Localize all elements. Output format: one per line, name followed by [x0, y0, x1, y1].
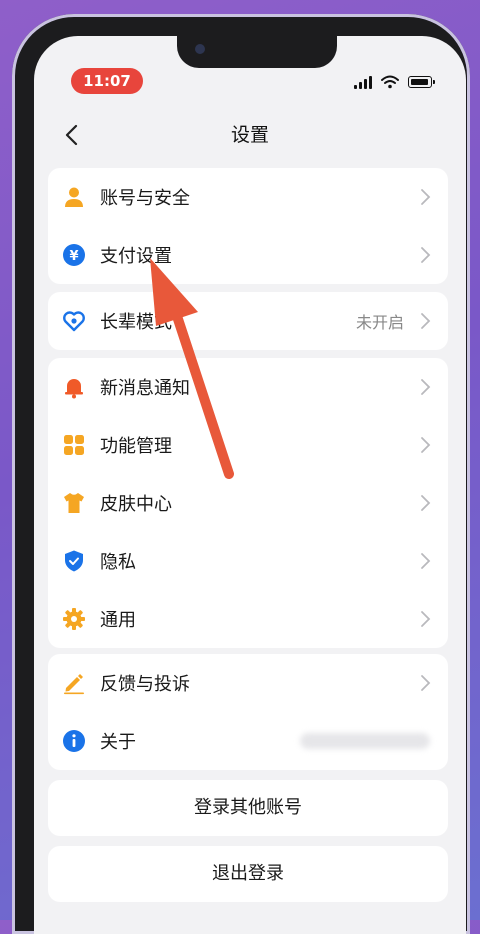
row-label: 通用 — [100, 610, 136, 631]
row-label: 皮肤中心 — [100, 494, 172, 515]
settings-group-general: 新消息通知 功能管理 皮肤中心 隐私 通用 — [48, 358, 448, 648]
row-feature-management[interactable]: 功能管理 — [48, 416, 448, 474]
row-payment-settings[interactable]: ¥ 支付设置 — [48, 226, 448, 284]
pencil-icon — [64, 674, 84, 695]
bell-icon — [65, 379, 83, 399]
row-general[interactable]: 通用 — [48, 590, 448, 648]
heart-icon — [63, 311, 85, 332]
switch-account-button[interactable]: 登录其他账号 — [48, 780, 448, 836]
signal-icon — [354, 75, 372, 89]
blurred-version-info — [300, 733, 430, 749]
chevron-right-icon — [421, 313, 431, 329]
row-value: 未开启 — [355, 313, 404, 332]
nav-bar: 设置 — [34, 116, 466, 152]
chevron-right-icon — [421, 675, 431, 691]
camera-dot — [195, 44, 205, 54]
row-privacy[interactable]: 隐私 — [48, 532, 448, 590]
row-label: 账号与安全 — [100, 188, 190, 209]
battery-icon — [408, 76, 435, 88]
status-time: 11:07 — [71, 68, 143, 94]
row-label: 支付设置 — [100, 246, 172, 267]
chevron-right-icon — [421, 611, 431, 627]
chevron-right-icon — [421, 189, 431, 205]
settings-group-account: 账号与安全 ¥ 支付设置 — [48, 168, 448, 284]
row-label: 关于 — [100, 732, 136, 753]
page-title: 设置 — [230, 124, 269, 146]
row-account-security[interactable]: 账号与安全 — [48, 168, 448, 226]
svg-text:¥: ¥ — [69, 249, 78, 264]
gear-icon — [63, 608, 85, 630]
row-about[interactable]: 关于 — [48, 712, 448, 770]
grid-icon — [64, 435, 84, 455]
settings-group-elder: 长辈模式 未开启 — [48, 292, 448, 350]
settings-group-about: 反馈与投诉 关于 — [48, 654, 448, 770]
row-notifications[interactable]: 新消息通知 — [48, 358, 448, 416]
tshirt-icon — [64, 493, 84, 513]
phone-frame: 11:07 设置 账号与安全 ¥ 支付设置 长辈模式 未开启 新消息通知 功能管… — [12, 14, 470, 934]
row-label: 功能管理 — [100, 436, 172, 457]
chevron-right-icon — [421, 247, 431, 263]
person-icon — [65, 187, 83, 207]
logout-button[interactable]: 退出登录 — [48, 846, 448, 902]
row-label: 隐私 — [100, 552, 136, 573]
settings-screen: 11:07 设置 账号与安全 ¥ 支付设置 长辈模式 未开启 新消息通知 功能管… — [34, 36, 466, 934]
row-feedback[interactable]: 反馈与投诉 — [48, 654, 448, 712]
shield-icon — [65, 550, 83, 572]
row-label: 长辈模式 — [100, 312, 172, 333]
row-skin-center[interactable]: 皮肤中心 — [48, 474, 448, 532]
chevron-right-icon — [421, 553, 431, 569]
chevron-right-icon — [421, 495, 431, 511]
chevron-right-icon — [421, 437, 431, 453]
row-label: 反馈与投诉 — [100, 674, 190, 695]
yuan-icon: ¥ — [63, 244, 85, 266]
chevron-right-icon — [421, 379, 431, 395]
row-label: 新消息通知 — [100, 378, 190, 399]
info-icon — [63, 730, 85, 752]
notch — [177, 36, 337, 68]
row-elder-mode[interactable]: 长辈模式 未开启 — [48, 292, 448, 350]
wifi-icon — [381, 75, 399, 89]
status-icons — [354, 74, 435, 90]
